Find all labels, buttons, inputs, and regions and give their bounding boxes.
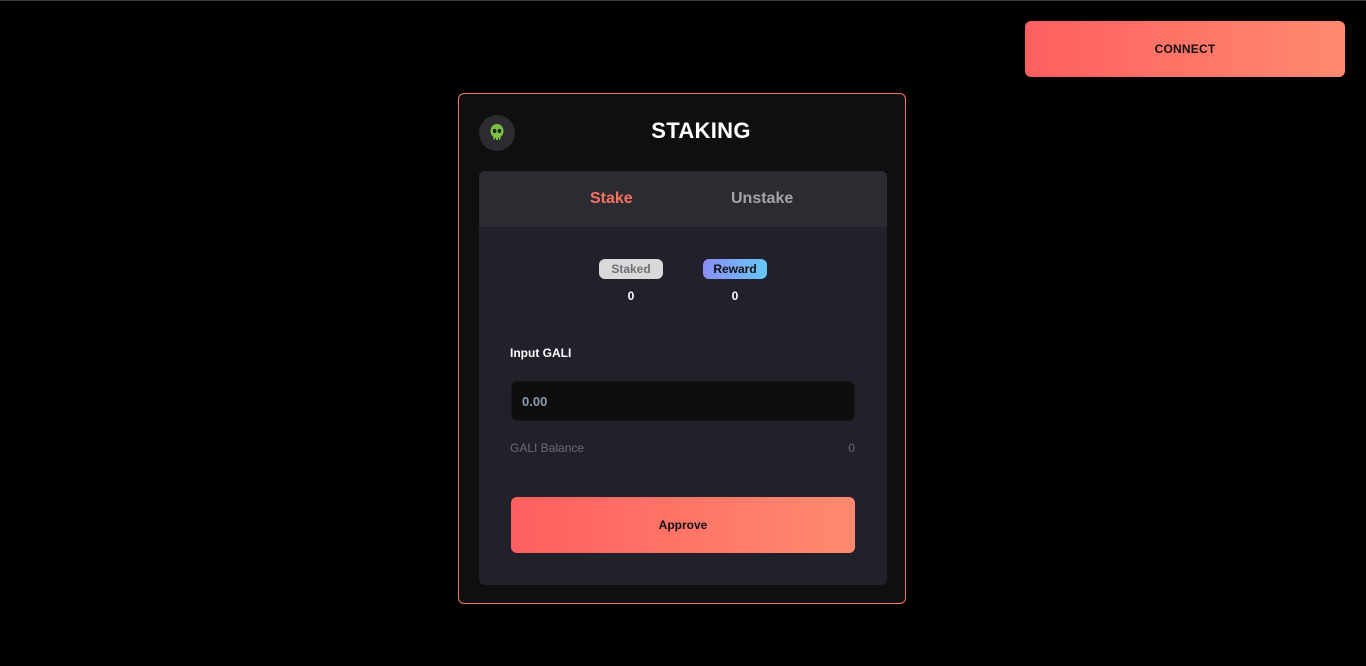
page-title: STAKING: [651, 118, 751, 143]
reward-value: 0: [731, 289, 739, 303]
tab-unstake[interactable]: Unstake: [731, 171, 793, 227]
top-divider: [0, 0, 1366, 1]
reward-stat: Reward 0: [703, 259, 767, 303]
staked-badge: Staked: [599, 259, 663, 279]
connect-button[interactable]: CONNECT: [1025, 21, 1345, 77]
reward-badge: Reward: [703, 259, 767, 279]
approve-button[interactable]: Approve: [511, 497, 855, 553]
input-label: Input GALI: [510, 346, 572, 360]
tab-bar: Stake Unstake: [479, 171, 887, 227]
staking-card: STAKING Stake Unstake Staked 0 Reward 0 …: [458, 93, 906, 604]
balance-label: GALI Balance: [510, 441, 585, 455]
staked-stat: Staked 0: [599, 259, 663, 303]
staked-value: 0: [627, 289, 635, 303]
staking-panel: Stake Unstake Staked 0 Reward 0 Input GA…: [479, 171, 887, 585]
balance-value: 0: [848, 441, 855, 455]
tab-stake[interactable]: Stake: [590, 171, 633, 227]
gali-amount-input[interactable]: [511, 381, 855, 421]
